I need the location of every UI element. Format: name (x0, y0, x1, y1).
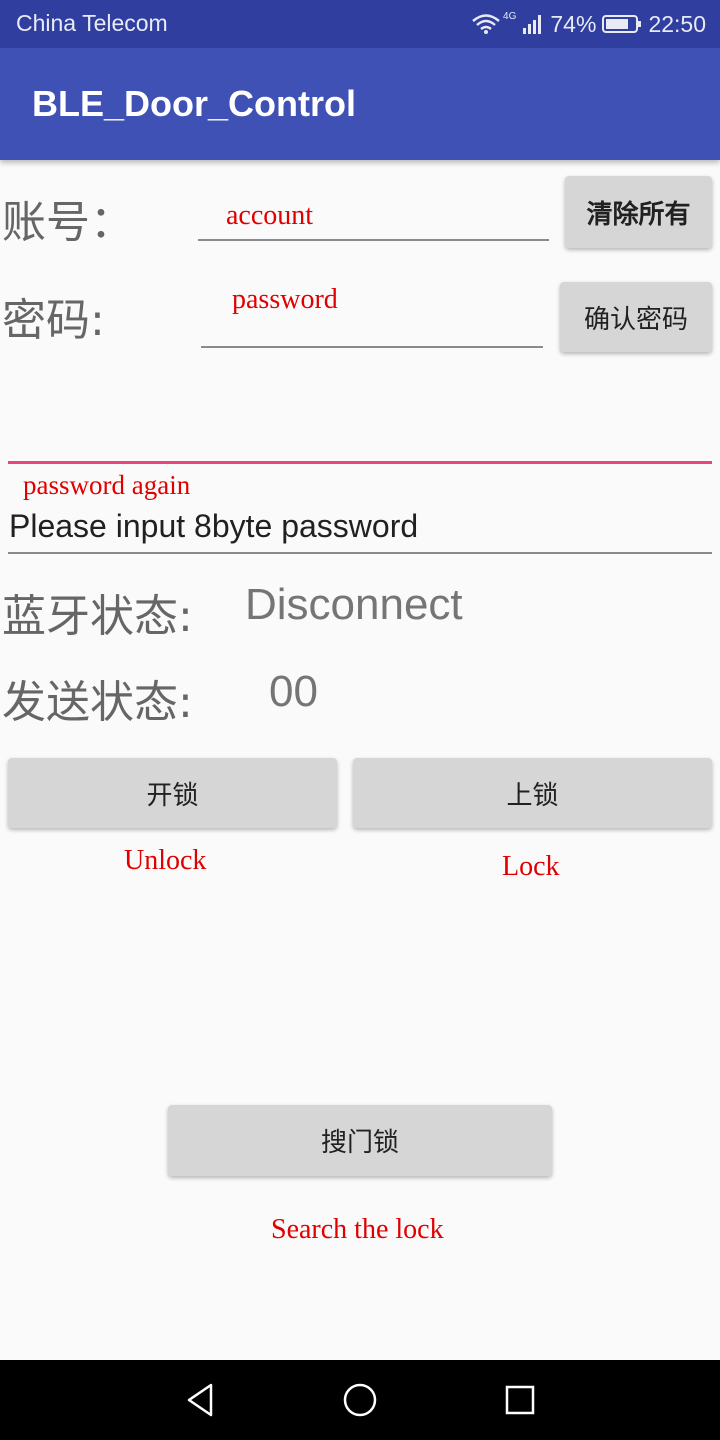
carrier-label: China Telecom (16, 10, 168, 36)
lock-button[interactable]: 上锁 (353, 758, 712, 828)
app-title: BLE_Door_Control (32, 83, 356, 124)
password-label: 密码: (2, 295, 105, 346)
password-again-hint: password again (23, 470, 191, 500)
clock: 22:50 (648, 10, 706, 37)
bluetooth-status-value: Disconnect (245, 580, 463, 629)
signal-icon (522, 13, 544, 35)
focused-field-underline (8, 461, 712, 464)
bluetooth-status-label: 蓝牙状态: (2, 591, 193, 642)
navigation-bar (0, 1360, 720, 1440)
unlock-annotation: Unlock (124, 845, 207, 876)
status-bar: China Telecom 4G 74% 22:50 (0, 0, 720, 48)
search-annotation: Search the lock (271, 1214, 444, 1245)
wifi-icon (471, 13, 501, 35)
account-label: 账号： (2, 197, 134, 248)
home-icon[interactable] (338, 1378, 382, 1422)
app-bar: BLE_Door_Control (0, 48, 720, 160)
network-type: 4G (503, 10, 517, 22)
confirm-password-button[interactable]: 确认密码 (560, 282, 712, 352)
password-again-text: Please input 8byte password (9, 508, 419, 544)
account-hint: account (226, 200, 314, 231)
send-status-value: 00 (269, 667, 318, 716)
search-lock-button[interactable]: 搜门锁 (168, 1105, 552, 1176)
recents-icon[interactable] (498, 1378, 542, 1422)
back-icon[interactable] (178, 1378, 222, 1422)
app-screen: China Telecom 4G 74% 22:50 BLE_Door_Cont… (0, 0, 720, 1440)
battery-icon (602, 13, 642, 35)
status-icons: 4G 74% 22:50 (471, 9, 706, 39)
clear-all-button[interactable]: 清除所有 (565, 176, 712, 248)
password-hint: password (232, 284, 338, 315)
send-status-label: 发送状态: (2, 677, 193, 728)
unlock-button[interactable]: 开锁 (8, 758, 337, 828)
battery-percent: 74% (550, 10, 597, 37)
lock-annotation: Lock (502, 851, 560, 882)
